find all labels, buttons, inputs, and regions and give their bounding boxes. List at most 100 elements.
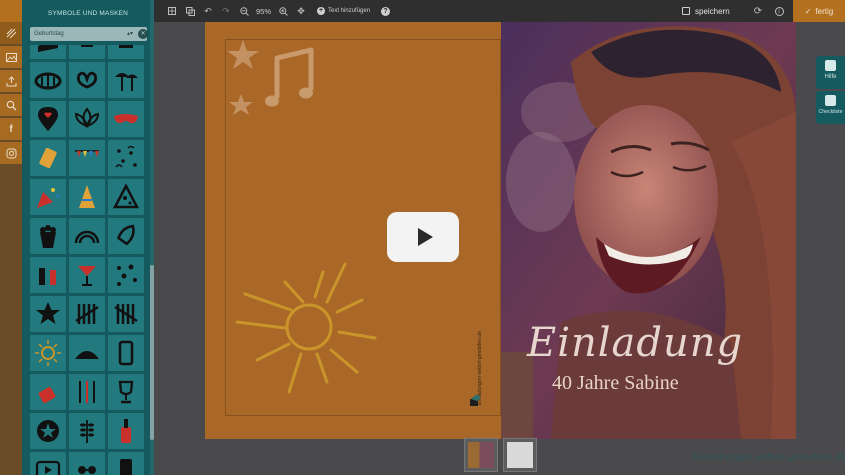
taco-icon xyxy=(75,351,99,359)
symbol-cell[interactable] xyxy=(30,101,66,137)
symbol-cell[interactable] xyxy=(108,296,144,332)
symbol-cell[interactable] xyxy=(30,452,66,475)
rail-item-search[interactable] xyxy=(0,94,22,116)
symbol-cell[interactable] xyxy=(108,45,144,59)
symbol-cell[interactable] xyxy=(108,413,144,449)
pizza-slice-icon xyxy=(112,183,140,209)
lucky-bowl-icon xyxy=(34,72,62,90)
diagonal-lines-icon xyxy=(6,28,16,38)
wheat-icon xyxy=(80,420,94,443)
rocket-icon xyxy=(116,224,135,246)
symbol-cell[interactable] xyxy=(108,62,144,98)
symbol-cell[interactable] xyxy=(69,45,105,59)
symbol-cell[interactable] xyxy=(69,413,105,449)
clear-icon[interactable]: ✕ xyxy=(138,29,148,39)
upload-icon xyxy=(6,75,16,86)
smartphone-icon xyxy=(120,459,132,475)
add-text-button[interactable]: + Text hinzufügen xyxy=(317,7,370,15)
search-icon xyxy=(6,100,16,110)
image-icon xyxy=(5,52,17,62)
symbol-cell[interactable] xyxy=(108,374,144,410)
symbol-cell[interactable] xyxy=(69,296,105,332)
symbol-cell[interactable] xyxy=(30,413,66,449)
symbol-cell[interactable] xyxy=(69,374,105,410)
tool-rail: f xyxy=(0,22,22,475)
grid-icon[interactable] xyxy=(166,4,178,18)
rail-item-upload[interactable] xyxy=(0,70,22,92)
page-thumbnail-1[interactable] xyxy=(464,438,498,472)
symbol-cell[interactable] xyxy=(108,140,144,176)
zoom-in-icon[interactable] xyxy=(277,4,289,18)
symbol-cell[interactable] xyxy=(30,45,66,59)
rail-item-images[interactable] xyxy=(0,46,22,68)
map-pin-heart-icon xyxy=(38,107,58,131)
facebook-icon: f xyxy=(9,123,13,135)
panel-scrollbar[interactable] xyxy=(150,0,154,475)
bell-icon xyxy=(81,45,93,47)
dessert-icon xyxy=(38,387,56,403)
move-icon[interactable]: ✥ xyxy=(295,4,307,18)
symbol-cell[interactable] xyxy=(108,257,144,293)
info-button[interactable]: i xyxy=(771,0,787,22)
phone-icon xyxy=(118,340,134,366)
play-help-icon xyxy=(825,60,836,71)
rail-item-instagram[interactable] xyxy=(0,142,22,164)
page-thumbnail-2[interactable] xyxy=(503,438,537,472)
play-button-icon xyxy=(35,460,61,475)
rail-item-facebook[interactable]: f xyxy=(0,118,22,140)
symbol-cell[interactable] xyxy=(108,179,144,215)
symbol-cell[interactable] xyxy=(69,62,105,98)
symbol-cell[interactable] xyxy=(108,101,144,137)
zoom-out-icon[interactable] xyxy=(238,4,250,18)
symbol-cell[interactable] xyxy=(30,296,66,332)
symbol-cell[interactable] xyxy=(30,257,66,293)
copy-icon[interactable] xyxy=(184,4,196,18)
trophy-icon xyxy=(118,380,134,404)
save-button[interactable]: speichern xyxy=(676,0,736,22)
symbol-cell[interactable] xyxy=(108,452,144,475)
symbol-cell[interactable] xyxy=(69,101,105,137)
checklist-button[interactable]: Checkliste xyxy=(816,91,845,124)
refresh-icon[interactable]: ⟳ xyxy=(750,0,766,22)
save-label: speichern xyxy=(695,6,730,16)
menu-toggle[interactable] xyxy=(0,0,22,22)
symbol-cell[interactable] xyxy=(69,452,105,475)
help-icon[interactable]: ? xyxy=(381,6,391,16)
undo-icon[interactable]: ↶ xyxy=(202,4,214,18)
symbol-cell[interactable] xyxy=(108,335,144,371)
sun-decoration[interactable] xyxy=(227,242,397,412)
symbol-cell[interactable] xyxy=(30,140,66,176)
party-cracker-icon xyxy=(39,147,57,169)
symbol-cell[interactable] xyxy=(69,140,105,176)
save-icon xyxy=(682,7,690,15)
mask-icon xyxy=(114,114,138,124)
mask-sunglasses-icon xyxy=(78,466,96,474)
card-subline[interactable]: 40 Jahre Sabine xyxy=(552,372,679,395)
video-play-button[interactable] xyxy=(387,212,459,262)
pretzel-icon xyxy=(76,71,98,89)
scroll-thumb[interactable] xyxy=(150,265,154,440)
symbol-cell[interactable] xyxy=(30,179,66,215)
brand-logo[interactable]: Einladungen-selbst-gestalten.de xyxy=(688,446,845,468)
sun-icon xyxy=(235,262,377,394)
symbol-cell[interactable] xyxy=(69,179,105,215)
done-button[interactable]: ✓ fertig xyxy=(793,0,845,22)
tally-marks-2-icon xyxy=(114,304,138,324)
symbol-cell[interactable] xyxy=(69,218,105,254)
symbol-cell[interactable] xyxy=(30,62,66,98)
star-icon xyxy=(227,40,259,69)
info-icon: i xyxy=(774,6,784,16)
symbol-cell[interactable] xyxy=(69,257,105,293)
symbol-cell[interactable] xyxy=(30,218,66,254)
category-select[interactable]: Geburtstag ▴▾ ✕ xyxy=(30,27,148,41)
help-button[interactable]: Hilfe xyxy=(816,56,845,89)
zoom-level: 95% xyxy=(256,6,272,16)
symbol-cell[interactable] xyxy=(30,374,66,410)
symbol-cell[interactable] xyxy=(30,335,66,371)
card-headline[interactable]: Einladung xyxy=(527,320,743,366)
star-music-decoration[interactable] xyxy=(223,38,323,128)
symbol-cell[interactable] xyxy=(69,335,105,371)
redo-icon[interactable]: ↷ xyxy=(220,4,232,18)
rail-item-symbols[interactable] xyxy=(0,22,22,44)
symbol-cell[interactable] xyxy=(108,218,144,254)
